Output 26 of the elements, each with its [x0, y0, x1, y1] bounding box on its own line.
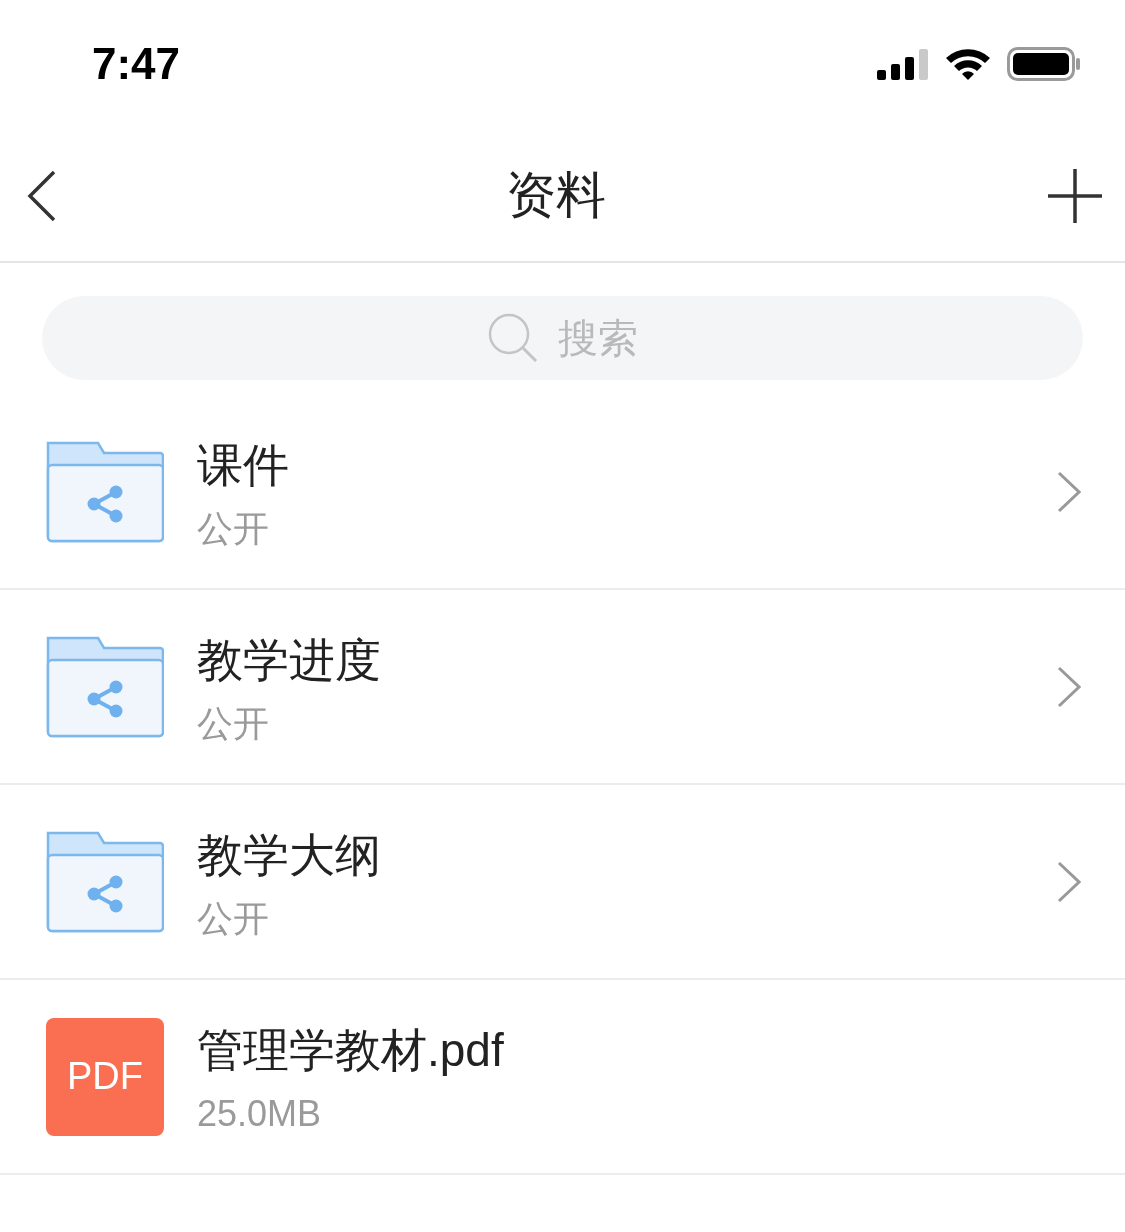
item-name: 教学大纲: [197, 827, 382, 883]
wifi-icon: [945, 47, 991, 81]
file-list-item[interactable]: 课件 公开: [0, 395, 1125, 590]
search-field[interactable]: 搜索: [42, 296, 1083, 380]
chevron-right-icon: [1057, 665, 1081, 708]
item-subtitle: 公开: [197, 506, 270, 551]
page-title: 资料: [505, 166, 606, 225]
file-list-item[interactable]: PDF 管理学教材.pdf 25.0MB: [0, 980, 1125, 1175]
search-icon: [487, 312, 539, 364]
item-name: 课件: [197, 437, 290, 493]
item-name: 教学进度: [197, 632, 382, 688]
item-subtitle: 公开: [197, 701, 270, 746]
signal-icon: [877, 48, 929, 80]
file-list-item[interactable]: 教学进度 公开: [0, 590, 1125, 785]
shared-folder-icon: [46, 440, 164, 543]
item-subtitle: 公开: [197, 896, 270, 941]
shared-folder-icon: [46, 830, 164, 933]
pdf-file-icon: PDF: [46, 1017, 164, 1136]
chevron-right-icon: [1057, 470, 1081, 513]
item-subtitle: 25.0MB: [197, 1091, 323, 1136]
battery-icon: [1007, 47, 1081, 81]
shared-folder-icon: [46, 635, 164, 738]
file-list-item[interactable]: 教学大纲 公开: [0, 785, 1125, 980]
chevron-right-icon: [1057, 860, 1081, 903]
item-name: 管理学教材.pdf: [197, 1022, 505, 1078]
status-time: 7:47: [92, 38, 181, 90]
